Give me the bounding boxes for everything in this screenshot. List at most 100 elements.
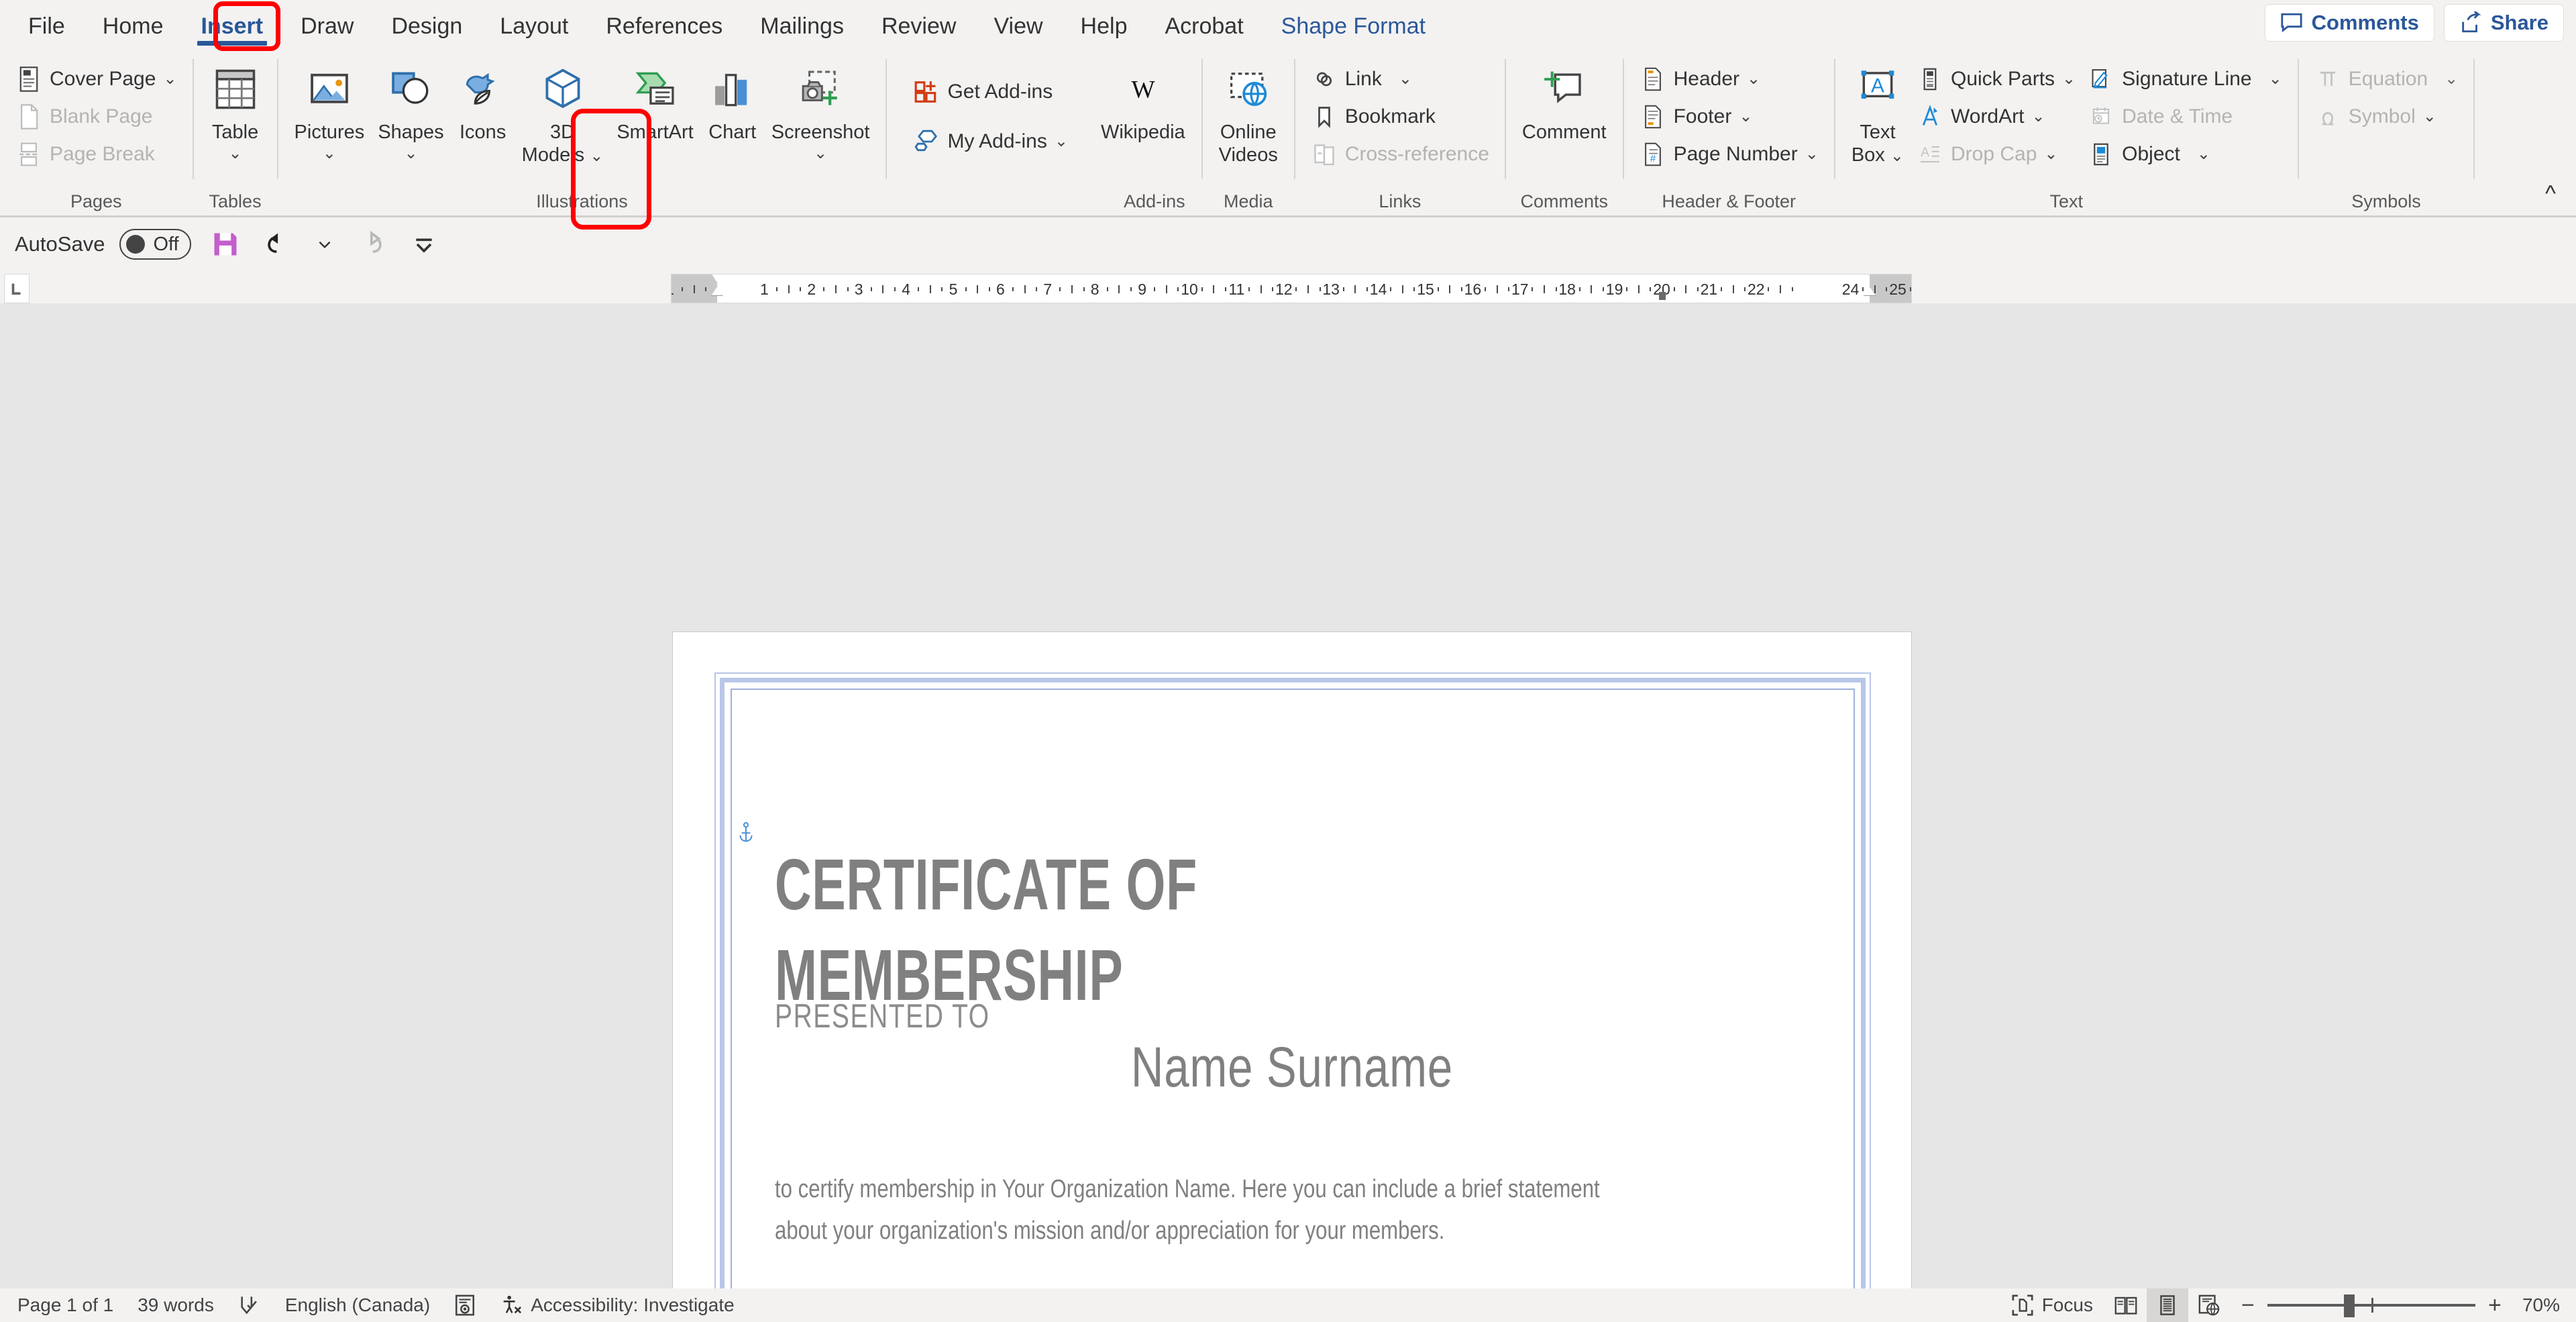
tab-selector-button[interactable] [4, 274, 30, 303]
save-icon[interactable] [206, 225, 245, 264]
wordart-button[interactable]: WordArt ⌄ [1911, 98, 2082, 136]
read-mode-view-button[interactable] [2105, 1288, 2147, 1322]
screenshot-button[interactable]: Screenshot ⌄ [765, 58, 877, 164]
collapse-ribbon-button[interactable]: ^ [2545, 181, 2556, 207]
equation-button[interactable]: Equation ⌄ [2308, 60, 2465, 98]
undo-icon[interactable] [260, 225, 299, 264]
tab-review-label: Review [881, 13, 956, 39]
ruler-tick [1130, 287, 1132, 291]
redo-icon[interactable] [351, 225, 390, 264]
shapes-button[interactable]: Shapes ⌄ [371, 58, 450, 164]
zoom-out-button[interactable]: − [2239, 1292, 2257, 1319]
zoom-slider-track[interactable] [2267, 1304, 2475, 1307]
ribbon-group-symbols: Equation ⌄ Symbol ⌄ Symbols [2299, 52, 2474, 217]
text-box-button[interactable]: A Text Box ⌄ [1845, 58, 1911, 166]
status-language[interactable]: English (Canada) [273, 1288, 442, 1322]
tab-design[interactable]: Design [372, 5, 481, 47]
status-accessibility[interactable]: Accessibility: Investigate [488, 1288, 746, 1322]
print-layout-view-button[interactable] [2147, 1288, 2188, 1322]
web-layout-view-button[interactable] [2188, 1288, 2230, 1322]
table-button[interactable]: Table ⌄ [203, 58, 268, 164]
chart-button[interactable]: Chart [700, 58, 765, 144]
zoom-in-button[interactable]: + [2486, 1292, 2504, 1319]
my-addins-button[interactable]: My Add-ins ⌄ [907, 117, 1074, 166]
get-addins-button[interactable]: Get Add-ins [907, 67, 1074, 117]
header-button[interactable]: Header ⌄ [1633, 60, 1825, 98]
date-time-button[interactable]: Date & Time [2082, 98, 2288, 136]
tab-layout[interactable]: Layout [481, 5, 587, 47]
3d-models-button[interactable]: 3D Models ⌄ [515, 58, 610, 166]
ruler-ticks: 2112345678910111213141516171819202122242… [672, 274, 1911, 303]
smartart-button[interactable]: SmartArt [610, 58, 700, 144]
object-icon [2088, 141, 2114, 168]
horizontal-ruler[interactable]: 2112345678910111213141516171819202122242… [671, 274, 1912, 303]
tab-review[interactable]: Review [863, 5, 975, 47]
tab-draw[interactable]: Draw [282, 5, 372, 47]
status-page-indicator[interactable]: Page 1 of 1 [5, 1288, 125, 1322]
new-comment-button[interactable]: Comment [1515, 58, 1613, 144]
share-button[interactable]: Share [2444, 4, 2564, 42]
tab-mailings[interactable]: Mailings [741, 5, 863, 47]
quick-parts-button[interactable]: Quick Parts ⌄ [1911, 60, 2082, 98]
tab-file[interactable]: File [9, 5, 84, 47]
ruler-number: 24 [1842, 281, 1860, 299]
blank-page-button[interactable]: Blank Page [9, 98, 183, 136]
tab-view[interactable]: View [975, 5, 1061, 47]
link-button[interactable]: Link ⌄ [1305, 60, 1495, 98]
ruler-tick [1059, 287, 1061, 291]
chevron-down-icon: ⌄ [2423, 107, 2436, 127]
chevron-down-icon: ⌄ [2445, 69, 2458, 89]
zoom-level-label[interactable]: 70% [2513, 1294, 2576, 1316]
ruler-number: 13 [1322, 281, 1340, 299]
online-videos-button[interactable]: Online Videos [1212, 58, 1285, 166]
object-button[interactable]: Object ⌄ [2082, 136, 2288, 173]
wordart-label: WordArt [1951, 105, 2024, 128]
chevron-down-icon: ⌄ [2269, 69, 2282, 89]
document-canvas[interactable]: CERTIFICATE OF MEMBERSHIP PRESENTED TO N… [0, 303, 2576, 1288]
signature-line-button[interactable]: Signature Line ⌄ [2082, 60, 2288, 98]
cross-reference-button[interactable]: Cross-reference [1305, 136, 1495, 173]
comments-button[interactable]: Comments [2265, 4, 2434, 42]
shapes-icon [388, 62, 433, 117]
footer-button[interactable]: Footer ⌄ [1633, 98, 1825, 136]
chevron-down-icon: ⌄ [2062, 69, 2076, 89]
page-break-button[interactable]: Page Break [9, 136, 183, 173]
tab-insert[interactable]: Insert [182, 5, 282, 47]
status-word-count[interactable]: 39 words [125, 1288, 226, 1322]
tab-references[interactable]: References [587, 5, 741, 47]
status-proofing[interactable] [226, 1288, 273, 1322]
tab-stop-marker[interactable] [1659, 292, 1666, 300]
certificate-title-line1: CERTIFICATE OF [775, 839, 1338, 929]
ruler-tick [1390, 287, 1391, 291]
tab-shape-format[interactable]: Shape Format [1263, 5, 1444, 47]
cover-page-button[interactable]: Cover Page ⌄ [9, 60, 183, 98]
ruler-tick [1697, 287, 1699, 291]
customize-qat-icon[interactable] [405, 225, 443, 264]
first-line-indent-marker[interactable] [711, 274, 723, 283]
drop-cap-button[interactable]: A Drop Cap ⌄ [1911, 136, 2082, 173]
tab-acrobat[interactable]: Acrobat [1146, 5, 1262, 47]
tab-home[interactable]: Home [84, 5, 182, 47]
undo-dropdown-icon[interactable] [313, 225, 336, 264]
document-page[interactable]: CERTIFICATE OF MEMBERSHIP PRESENTED TO N… [673, 632, 1911, 1322]
status-reading-stats[interactable] [442, 1288, 488, 1322]
online-videos-label2: Videos [1219, 144, 1278, 166]
certificate-body-line1: to certify membership in Your Organizati… [775, 1169, 1622, 1211]
wikipedia-button[interactable]: W Wikipedia [1094, 58, 1192, 144]
symbol-button[interactable]: Symbol ⌄ [2308, 98, 2465, 136]
zoom-slider[interactable]: − + [2230, 1292, 2513, 1319]
tab-help[interactable]: Help [1062, 5, 1146, 47]
pictures-button[interactable]: Pictures ⌄ [288, 58, 372, 164]
ruler-tick [1544, 285, 1545, 293]
bookmark-button[interactable]: Bookmark [1305, 98, 1495, 136]
autosave-toggle[interactable]: Off [119, 229, 191, 260]
icons-button[interactable]: Icons [451, 58, 515, 144]
page-number-button[interactable]: # Page Number ⌄ [1633, 136, 1825, 173]
focus-mode-button[interactable]: Focus [1999, 1288, 2105, 1322]
ruler-tick [1674, 287, 1675, 291]
zoom-slider-thumb[interactable] [2344, 1294, 2355, 1317]
text-box-label2: Box [1851, 144, 1885, 166]
ruler-number: 5 [949, 281, 958, 299]
link-label: Link [1345, 68, 1382, 91]
hanging-indent-marker[interactable] [711, 287, 723, 296]
